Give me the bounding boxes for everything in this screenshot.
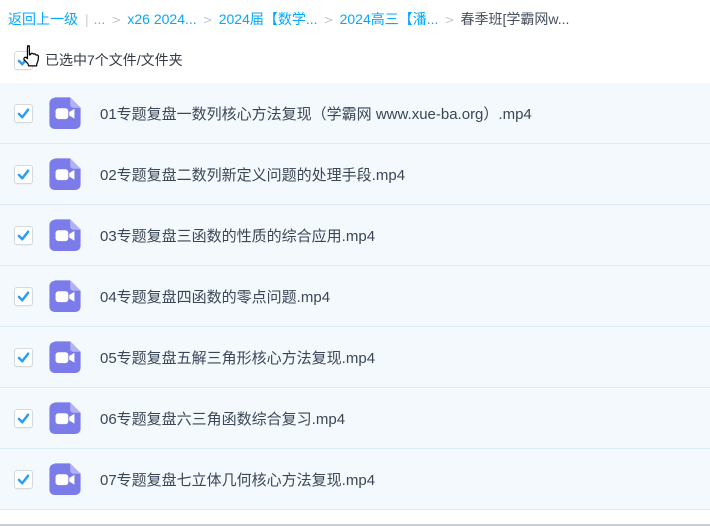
checkmark-icon [16, 411, 31, 426]
file-row[interactable]: 07专题复盘七立体几何核心方法复现.mp4 [0, 449, 710, 510]
checkmark-icon [16, 106, 31, 121]
file-checkbox[interactable] [14, 409, 33, 428]
chevron-right-separator: > [324, 13, 334, 27]
video-file-icon [48, 96, 82, 130]
file-name[interactable]: 02专题复盘二数列新定义问题的处理手段.mp4 [100, 164, 417, 185]
file-row[interactable]: 06专题复盘六三角函数综合复习.mp4 [0, 388, 710, 449]
file-name[interactable]: 07专题复盘七立体几何核心方法复现.mp4 [100, 469, 387, 490]
file-list: 01专题复盘一数列核心方法复现（学霸网 www.xue-ba.org）.mp4 … [0, 83, 710, 510]
checkmark-icon [16, 289, 31, 304]
checkmark-icon [16, 228, 31, 243]
file-checkbox[interactable] [14, 470, 33, 489]
breadcrumb-link-3[interactable]: 2024高三【潘... [340, 11, 439, 27]
file-name[interactable]: 01专题复盘一数列核心方法复现（学霸网 www.xue-ba.org）.mp4 [100, 103, 544, 124]
breadcrumb: 返回上一级 |... > x26 2024... >2024届【数学... >2024高三… [0, 0, 710, 36]
selection-bar: 已选中7个文件/文件夹 [0, 43, 710, 77]
chevron-right-separator: > [203, 13, 213, 27]
breadcrumb-link-1[interactable]: x26 2024... [127, 11, 196, 27]
chevron-right-separator: > [111, 13, 121, 27]
file-checkbox[interactable] [14, 104, 33, 123]
file-name[interactable]: 04专题复盘四函数的零点问题.mp4 [100, 286, 342, 307]
file-row[interactable]: 04专题复盘四函数的零点问题.mp4 [0, 266, 710, 327]
breadcrumb-collapsed-ellipsis[interactable]: ... [94, 11, 106, 27]
checkmark-icon [16, 53, 31, 68]
file-checkbox[interactable] [14, 165, 33, 184]
video-file-icon [48, 340, 82, 374]
file-checkbox[interactable] [14, 348, 33, 367]
file-name[interactable]: 03专题复盘三函数的性质的综合应用.mp4 [100, 225, 387, 246]
file-row[interactable]: 02专题复盘二数列新定义问题的处理手段.mp4 [0, 144, 710, 205]
selection-count-label: 已选中7个文件/文件夹 [45, 50, 183, 70]
file-name[interactable]: 05专题复盘五解三角形核心方法复现.mp4 [100, 347, 387, 368]
file-checkbox[interactable] [14, 287, 33, 306]
back-to-parent-link[interactable]: 返回上一级 [8, 11, 78, 27]
video-file-icon [48, 401, 82, 435]
checkmark-icon [16, 350, 31, 365]
breadcrumb-link-2[interactable]: 2024届【数学... [219, 11, 318, 27]
video-file-icon [48, 218, 82, 252]
video-file-icon [48, 279, 82, 313]
breadcrumb-current-folder: 春季班[学霸网w... [461, 11, 570, 27]
file-row[interactable]: 03专题复盘三函数的性质的综合应用.mp4 [0, 205, 710, 266]
select-all-checkbox[interactable] [14, 51, 33, 70]
file-name[interactable]: 06专题复盘六三角函数综合复习.mp4 [100, 408, 357, 429]
chevron-right-separator: > [444, 13, 454, 27]
checkmark-icon [16, 167, 31, 182]
video-file-icon [48, 157, 82, 191]
file-checkbox[interactable] [14, 226, 33, 245]
checkmark-icon [16, 472, 31, 487]
video-file-icon [48, 462, 82, 496]
breadcrumb-pipe-divider: | [85, 11, 89, 27]
file-row[interactable]: 01专题复盘一数列核心方法复现（学霸网 www.xue-ba.org）.mp4 [0, 83, 710, 144]
file-row[interactable]: 05专题复盘五解三角形核心方法复现.mp4 [0, 327, 710, 388]
